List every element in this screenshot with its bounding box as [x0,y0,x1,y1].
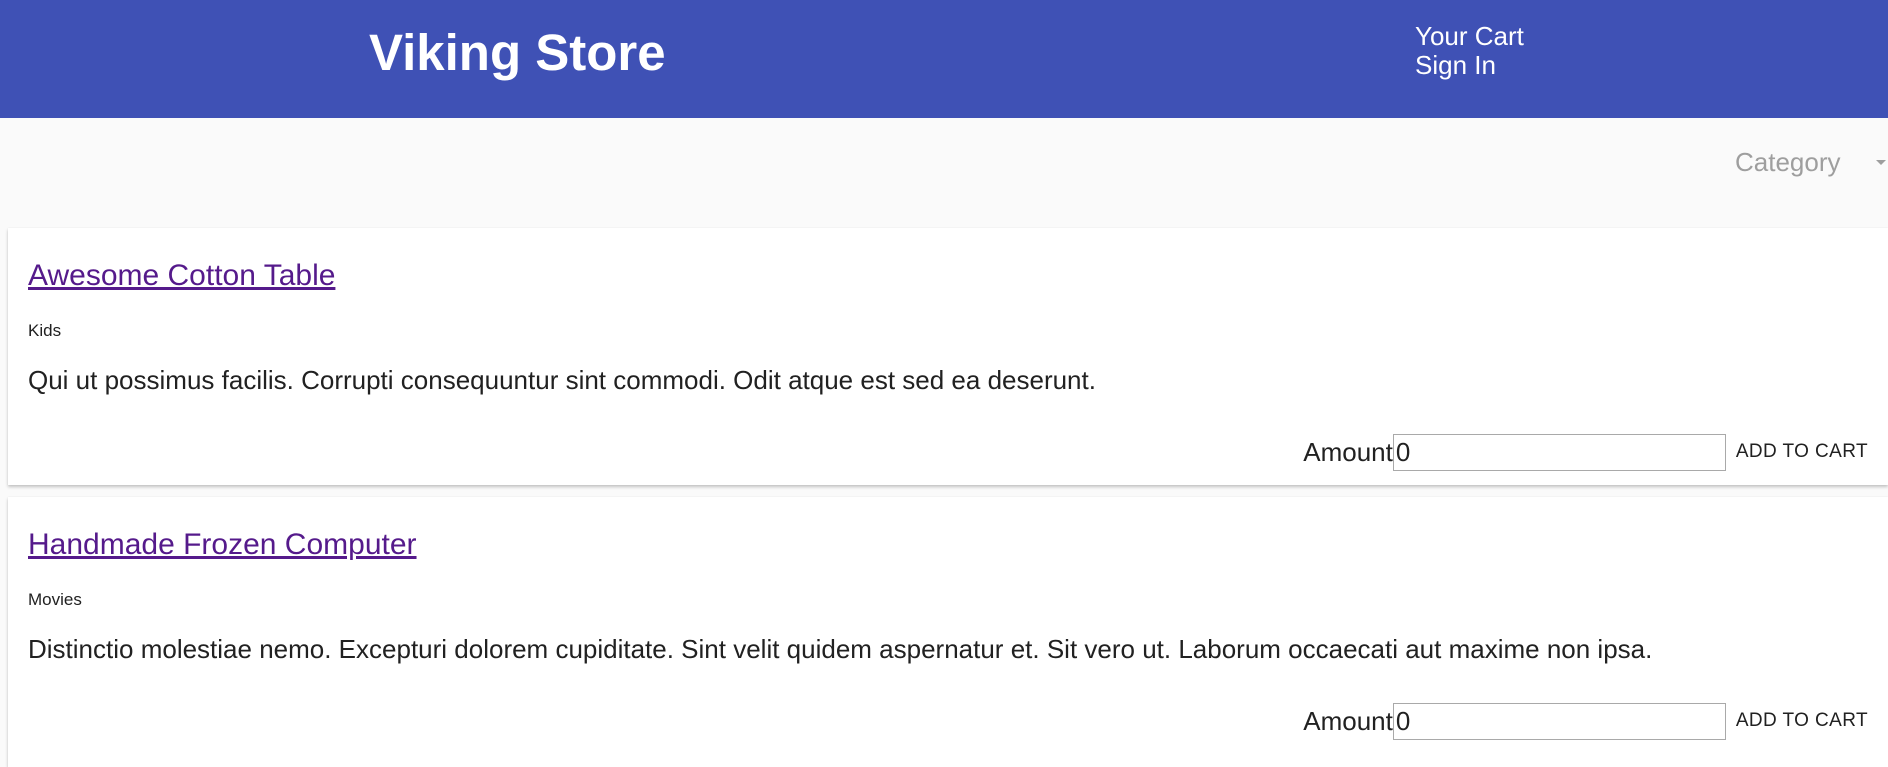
add-to-cart-button[interactable]: ADD TO CART [1736,706,1868,736]
product-category: Kids [28,321,62,340]
header-nav: Your Cart Sign In [1415,22,1524,80]
category-select-label: Category [1735,147,1841,177]
amount-label: Amount [1303,437,1393,467]
category-select[interactable]: Category [1735,145,1888,179]
product-category: Movies [28,590,82,609]
product-name-link[interactable]: Awesome Cotton Table [28,258,335,294]
product-description: Qui ut possimus facilis. Corrupti conseq… [28,365,1096,395]
app-header: Viking Store Your Cart Sign In [0,0,1888,118]
product-card: Awesome Cotton Table Kids Qui ut possimu… [8,228,1888,485]
product-name-link[interactable]: Handmade Frozen Computer [28,527,417,563]
product-actions: Amount ADD TO CART [1303,701,1868,741]
amount-input[interactable] [1392,433,1726,471]
amount-input[interactable] [1392,702,1726,740]
chevron-down-icon [1876,160,1886,165]
amount-label: Amount [1303,706,1393,736]
product-actions: Amount ADD TO CART [1303,432,1868,472]
your-cart-link[interactable]: Your Cart [1415,22,1524,51]
add-to-cart-button[interactable]: ADD TO CART [1736,437,1868,467]
product-description: Distinctio molestiae nemo. Excepturi dol… [28,634,1653,664]
product-card: Handmade Frozen Computer Movies Distinct… [8,497,1888,767]
store-title: Viking Store [369,24,666,81]
sign-in-link[interactable]: Sign In [1415,51,1524,80]
